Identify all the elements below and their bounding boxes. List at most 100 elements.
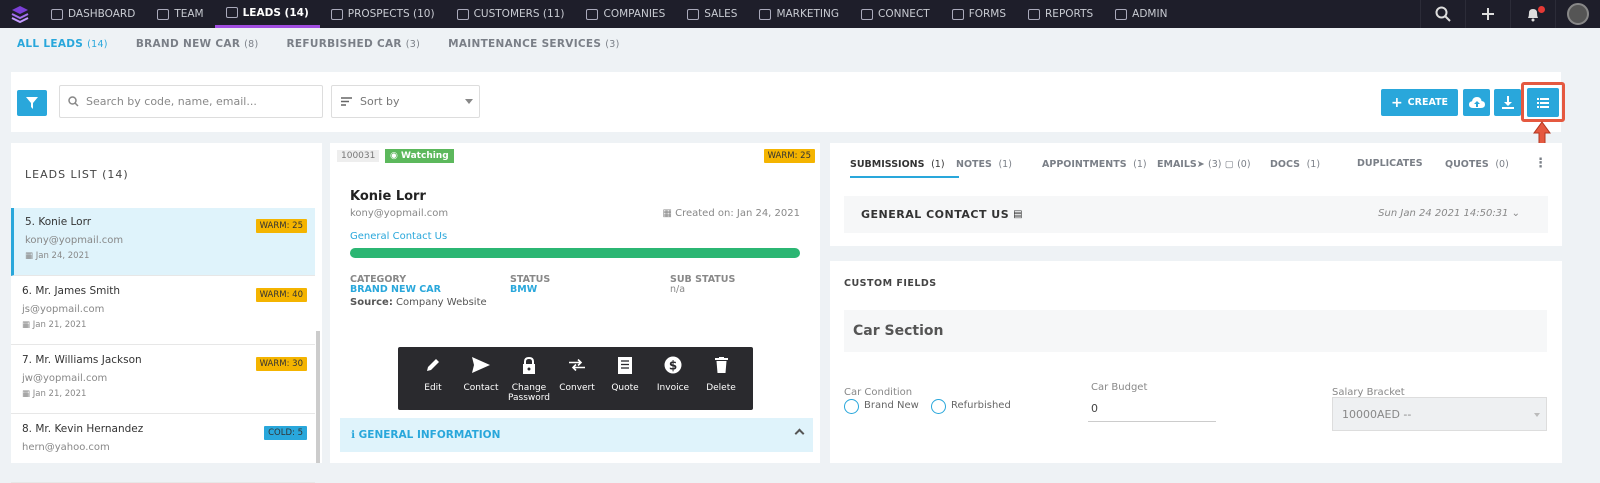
convert-button[interactable]: Convert bbox=[553, 347, 601, 410]
nav-item-label: MARKETING bbox=[776, 8, 839, 20]
tab-submissions[interactable]: SUBMISSIONS (1) bbox=[850, 159, 959, 178]
nav-item-companies[interactable]: COMPANIES bbox=[575, 0, 676, 28]
delete-button[interactable]: Delete bbox=[697, 347, 745, 410]
salary-bracket-select[interactable]: 10000AED -- bbox=[1332, 397, 1547, 431]
radio-label: Refurbished bbox=[951, 400, 1011, 411]
watching-label: Watching bbox=[401, 151, 449, 161]
lead-list-item[interactable]: 5. Konie Lorr kony@yopmail.com ▦ Jan 24,… bbox=[11, 208, 315, 276]
plus-icon[interactable] bbox=[1465, 0, 1510, 28]
app-logo[interactable] bbox=[0, 0, 40, 28]
general-information-header[interactable]: ℹ GENERAL INFORMATION bbox=[340, 418, 813, 452]
lead-list-item[interactable]: 6. Mr. James Smith js@yopmail.com ▦ Jan … bbox=[11, 277, 315, 345]
sort-select[interactable]: Sort by bbox=[331, 85, 480, 118]
car-section-header: Car Section bbox=[844, 310, 1547, 352]
tab-docs[interactable]: DOCS (1) bbox=[1270, 159, 1320, 170]
tab-label: QUOTES bbox=[1445, 159, 1489, 170]
lead-list-item[interactable]: 7. Mr. Williams Jackson jw@yopmail.com ▦… bbox=[11, 346, 315, 414]
form-link[interactable]: General Contact Us bbox=[350, 231, 447, 242]
cloud-upload-icon bbox=[1468, 96, 1485, 108]
created-date: ▦ Created on: Jan 24, 2021 bbox=[662, 208, 800, 219]
lead-email: hern@yahoo.com bbox=[22, 442, 110, 453]
radio-refurbished[interactable] bbox=[931, 399, 946, 414]
reports-icon bbox=[1028, 8, 1041, 20]
tab-maintenance-services[interactable]: MAINTENANCE SERVICES (3) bbox=[448, 38, 619, 50]
bell-icon[interactable] bbox=[1510, 0, 1555, 28]
nav-item-admin[interactable]: ADMIN bbox=[1104, 0, 1178, 28]
tab-notes[interactable]: NOTES (1) bbox=[956, 159, 1012, 170]
radio-brand-new[interactable] bbox=[844, 399, 859, 414]
create-button[interactable]: + CREATE bbox=[1381, 89, 1458, 116]
upload-button[interactable] bbox=[1463, 89, 1490, 116]
radio-label: Brand New bbox=[864, 400, 919, 411]
tab-count: (1) bbox=[1306, 159, 1321, 170]
tab-brand-new-car[interactable]: BRAND NEW CAR (8) bbox=[136, 38, 259, 50]
nav-item-prospects[interactable]: PROSPECTS (10) bbox=[320, 0, 446, 28]
tab-emails[interactable]: EMAILS➤ (3) ▢ (0) bbox=[1157, 159, 1251, 170]
nav-item-sales[interactable]: SALES bbox=[676, 0, 748, 28]
change-password-button[interactable]: Change Password bbox=[505, 347, 553, 410]
contact-button[interactable]: Contact bbox=[457, 347, 505, 410]
chevron-down-icon: ⌄ bbox=[1511, 208, 1520, 219]
filter-button[interactable] bbox=[17, 90, 47, 116]
marketing-icon bbox=[759, 8, 772, 20]
lead-date-text: Jan 21, 2021 bbox=[32, 320, 87, 330]
leads-list-panel: LEADS LIST (14) 5. Konie Lorr kony@yopma… bbox=[11, 143, 322, 483]
nav-item-team[interactable]: TEAM bbox=[146, 0, 214, 28]
nav-item-marketing[interactable]: MARKETING bbox=[748, 0, 850, 28]
edit-button[interactable]: Edit bbox=[409, 347, 457, 410]
avatar[interactable] bbox=[1555, 0, 1600, 28]
tab-count: (1) bbox=[931, 159, 945, 170]
tab-label: BRAND NEW CAR bbox=[135, 38, 241, 50]
lead-name: 8. Mr. Kevin Hernandez bbox=[22, 423, 144, 435]
chevron-down-icon bbox=[1534, 413, 1540, 417]
tab-label: REFURBISHED CAR bbox=[286, 38, 402, 50]
nav-item-customers[interactable]: CUSTOMERS (11) bbox=[446, 0, 576, 28]
source: Source: Company Website bbox=[350, 297, 487, 308]
tab-refurbished-car[interactable]: REFURBISHED CAR (3) bbox=[287, 38, 421, 50]
nav-item-leads[interactable]: LEADS (14) bbox=[214, 0, 320, 28]
companies-icon bbox=[586, 8, 599, 20]
download-button[interactable] bbox=[1494, 89, 1521, 116]
lead-category-tabs: ALL LEADS (14) BRAND NEW CAR (8) REFURBI… bbox=[17, 38, 620, 50]
search-icon bbox=[68, 96, 79, 107]
custom-fields-panel: CUSTOM FIELDS Car Section Car Condition … bbox=[830, 261, 1562, 463]
lock-icon bbox=[522, 347, 536, 383]
nav-item-label: ADMIN bbox=[1132, 8, 1168, 20]
submission-row[interactable]: GENERAL CONTACT US ▤ Sun Jan 24 2021 14:… bbox=[844, 196, 1548, 233]
action-label: Invoice bbox=[656, 383, 690, 393]
nav-item-connect[interactable]: CONNECT bbox=[850, 0, 941, 28]
more-options-icon[interactable]: ⋮ bbox=[1534, 156, 1547, 171]
admin-icon bbox=[1115, 8, 1128, 20]
lead-email: jw@yopmail.com bbox=[22, 373, 108, 384]
activity-panel: SUBMISSIONS (1) NOTES (1) APPOINTMENTS (… bbox=[830, 143, 1562, 246]
tab-label: DOCS bbox=[1270, 159, 1300, 170]
invoice-button[interactable]: $ Invoice bbox=[649, 347, 697, 410]
highlight-box bbox=[1521, 82, 1565, 122]
nav-item-dashboard[interactable]: DASHBOARD bbox=[40, 0, 146, 28]
tab-appointments[interactable]: APPOINTMENTS (1) bbox=[1042, 159, 1147, 170]
nav-item-forms[interactable]: FORMS bbox=[941, 0, 1017, 28]
watching-badge[interactable]: ◉ Watching bbox=[385, 149, 454, 163]
lead-email: kony@yopmail.com bbox=[350, 208, 449, 219]
scrollbar[interactable] bbox=[316, 331, 320, 463]
tab-label: MAINTENANCE SERVICES bbox=[448, 38, 602, 50]
tab-duplicates[interactable]: DUPLICATES bbox=[1357, 158, 1423, 169]
quote-button[interactable]: Quote bbox=[601, 347, 649, 410]
tab-quotes[interactable]: QUOTES (0) bbox=[1445, 159, 1509, 170]
nav-item-label: FORMS bbox=[968, 8, 1007, 20]
nav-item-label: TEAM bbox=[174, 8, 204, 20]
tab-count: (3) bbox=[605, 39, 620, 50]
lead-email: kony@yopmail.com bbox=[25, 235, 124, 246]
lead-list-item[interactable]: 8. Mr. Kevin Hernandez hern@yahoo.com CO… bbox=[11, 415, 315, 483]
car-budget-input[interactable]: 0 bbox=[1088, 397, 1216, 422]
tab-count: (0) bbox=[1495, 159, 1509, 170]
notification-dot bbox=[1538, 6, 1545, 13]
search-input[interactable]: Search by code, name, email... bbox=[59, 85, 323, 118]
search-icon[interactable] bbox=[1420, 0, 1465, 28]
tab-all-leads[interactable]: ALL LEADS (14) bbox=[17, 38, 108, 50]
swap-icon bbox=[569, 347, 585, 383]
plus-icon: + bbox=[1390, 94, 1403, 111]
eye-icon: ◉ bbox=[390, 151, 398, 161]
nav-item-reports[interactable]: REPORTS bbox=[1017, 0, 1104, 28]
lead-date: ▦ Jan 21, 2021 bbox=[22, 320, 86, 330]
